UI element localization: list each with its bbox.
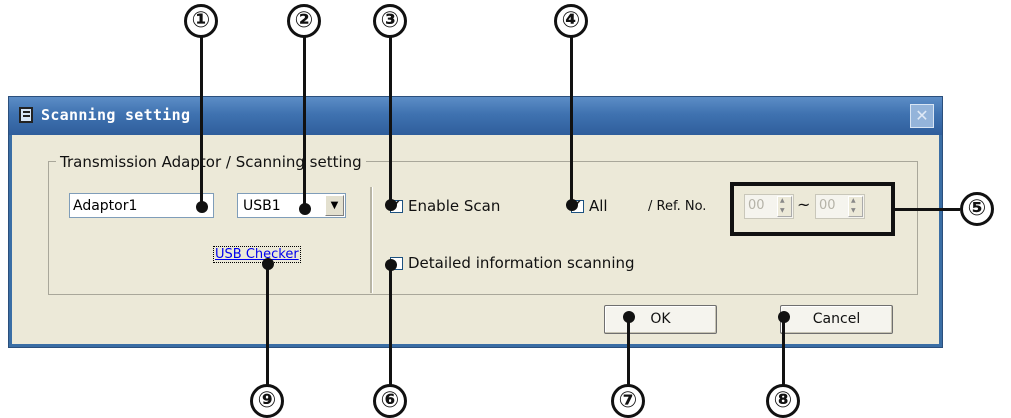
- detailed-scanning-label: Detailed information scanning: [408, 254, 635, 272]
- window-title: Scanning setting: [41, 106, 191, 124]
- adaptor-name-input[interactable]: Adaptor1: [69, 193, 214, 218]
- close-button[interactable]: ✕: [910, 104, 934, 128]
- callout-9: ⑨: [250, 384, 284, 418]
- usb-checker-link[interactable]: USB Checker: [213, 246, 301, 263]
- callout-3: ③: [373, 4, 407, 38]
- callout-dot-9: [262, 258, 274, 270]
- callout-line-6: [389, 264, 392, 386]
- usb-port-value: USB1: [243, 198, 281, 214]
- vertical-divider: [370, 187, 373, 293]
- callout-line-9: [266, 262, 269, 386]
- callout-line-1: [200, 36, 203, 206]
- callout-dot-7: [623, 311, 635, 323]
- callout-dot-6: [385, 259, 397, 271]
- ref-no-label: / Ref. No.: [648, 199, 707, 214]
- chevron-down-icon[interactable]: ▼: [325, 195, 344, 216]
- usb-port-select[interactable]: USB1 ▼: [237, 193, 346, 218]
- ref-range-highlight: [730, 182, 895, 236]
- callout-4: ④: [554, 4, 588, 38]
- callout-line-4: [570, 36, 573, 208]
- callout-8: ⑧: [766, 384, 800, 418]
- enable-scan-label: Enable Scan: [408, 197, 501, 215]
- all-label: All: [589, 197, 608, 215]
- dialog-body: Transmission Adaptor / Scanning setting …: [12, 135, 939, 344]
- app-window-icon: [19, 107, 33, 123]
- callout-dot-3: [385, 199, 397, 211]
- callout-5: ⑤: [960, 192, 994, 226]
- callout-2: ②: [287, 4, 321, 38]
- callout-line-5: [895, 208, 960, 211]
- callout-dot-1: [196, 201, 208, 213]
- callout-1: ①: [184, 4, 218, 38]
- title-bar[interactable]: Scanning setting ✕: [9, 97, 942, 135]
- group-title: Transmission Adaptor / Scanning setting: [56, 153, 366, 171]
- ok-button[interactable]: OK: [604, 305, 717, 334]
- callout-dot-2: [299, 203, 311, 215]
- callout-line-7: [627, 316, 630, 386]
- callout-line-8: [782, 316, 785, 386]
- callout-6: ⑥: [373, 384, 407, 418]
- callout-dot-8: [778, 311, 790, 323]
- callout-dot-4: [566, 199, 578, 211]
- callout-line-3: [389, 36, 392, 208]
- cancel-button[interactable]: Cancel: [780, 305, 893, 334]
- callout-line-2: [303, 36, 306, 211]
- callout-7: ⑦: [611, 384, 645, 418]
